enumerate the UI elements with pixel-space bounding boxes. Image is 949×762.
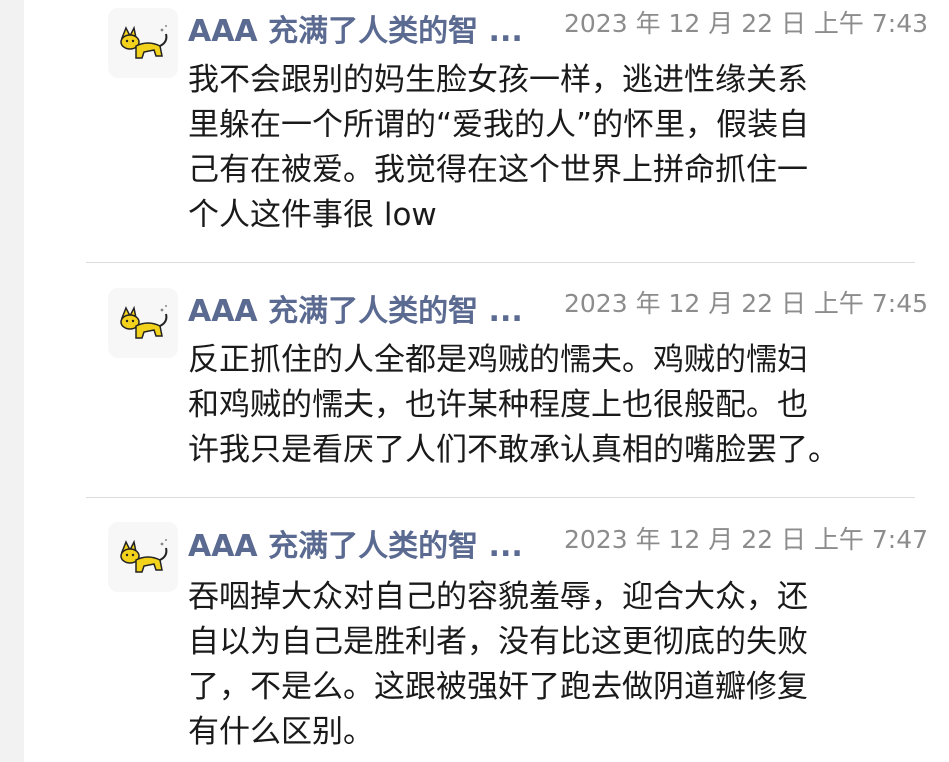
comment-timestamp: 2023 年 12 月 22 日 上午 7:47 — [564, 525, 929, 554]
divider — [86, 262, 915, 263]
comment-author[interactable]: AAA 充满了人类的智 ... — [188, 527, 523, 567]
yellow-cat-icon — [120, 25, 168, 59]
comment-text: 吞咽掉大众对自己的容貌羞辱，迎合大众，还 自以为自己是胜利者，没有比这更彻底的失… — [188, 579, 808, 750]
comment-list: AAA 充满了人类的智 ... 2023 年 12 月 22 日 上午 7:43… — [24, 0, 949, 762]
divider — [86, 497, 915, 498]
comment-timestamp: 2023 年 12 月 22 日 上午 7:45 — [564, 289, 929, 318]
yellow-cat-icon — [120, 539, 168, 573]
avatar[interactable] — [108, 288, 178, 358]
avatar[interactable] — [108, 522, 178, 592]
avatar[interactable] — [108, 8, 178, 78]
yellow-cat-icon — [120, 305, 168, 339]
comment-author[interactable]: AAA 充满了人类的智 ... — [188, 292, 523, 332]
comment-author[interactable]: AAA 充满了人类的智 ... — [188, 12, 523, 52]
comment-text: 我不会跟别的妈生脸女孩一样，逃进性缘关系 里躲在一个所谓的“爱我的人”的怀里，假… — [188, 62, 810, 233]
comment-timestamp: 2023 年 12 月 22 日 上午 7:43 — [564, 9, 929, 38]
comment-text: 反正抓住的人全都是鸡贼的懦夫。鸡贼的懦妇 和鸡贼的懦夫，也许某种程度上也很般配。… — [188, 342, 839, 468]
